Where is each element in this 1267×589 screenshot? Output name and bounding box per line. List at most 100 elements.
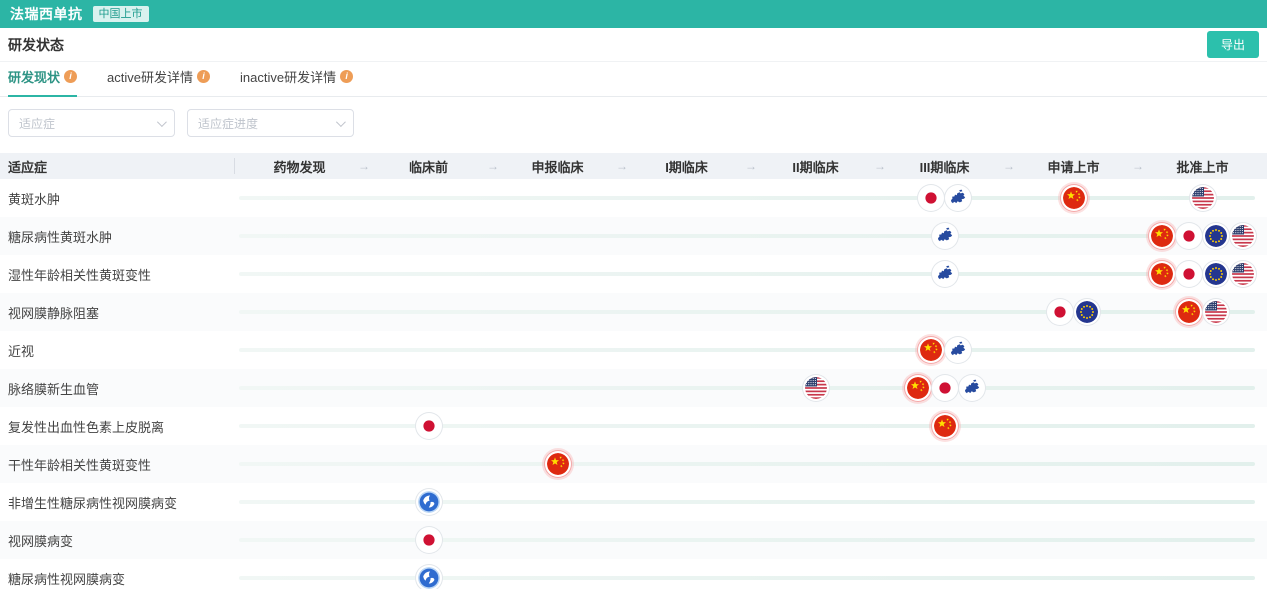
- page-title: 法瑞西单抗: [10, 6, 83, 22]
- table-row: 视网膜静脉阻塞: [0, 293, 1267, 331]
- eu-flag-icon[interactable]: [1076, 301, 1098, 323]
- table-row: 糖尿病性黄斑水肿: [0, 217, 1267, 255]
- table-row: 近视: [0, 331, 1267, 369]
- stage-cell: [493, 521, 622, 559]
- japan-flag-icon[interactable]: [920, 187, 942, 209]
- china-flag-icon[interactable]: [1178, 301, 1200, 323]
- stage-column-label: 申报临床 →: [531, 159, 628, 175]
- indication-label: 复发性出血性色素上皮脱离: [8, 419, 165, 435]
- stage-cell: [1138, 521, 1267, 559]
- stage-cell: [1138, 293, 1267, 331]
- stage-cell: [622, 179, 751, 217]
- china-flag-icon[interactable]: [920, 339, 942, 361]
- export-button[interactable]: 导出: [1206, 31, 1259, 58]
- indication-label: 糖尿病性黄斑水肿: [8, 229, 113, 245]
- europe-map-icon[interactable]: [933, 263, 956, 285]
- stage-cell: [622, 331, 751, 369]
- stage-cell: [1138, 445, 1267, 483]
- stage-cell: [1009, 179, 1138, 217]
- stage-cell: [493, 445, 622, 483]
- china-flag-icon[interactable]: [546, 453, 569, 475]
- japan-flag-icon[interactable]: [1178, 225, 1200, 247]
- globe-icon[interactable]: [417, 491, 440, 513]
- stage-cell: [751, 483, 880, 521]
- globe-icon[interactable]: [417, 567, 440, 589]
- china-flag-icon[interactable]: [933, 415, 956, 437]
- table-row: 糖尿病性视网膜病变: [0, 559, 1267, 589]
- tab-bar: 研发现状 i active研发详情 i inactive研发详情 i: [0, 62, 1267, 97]
- europe-map-icon[interactable]: [947, 187, 969, 209]
- stage-cell: [751, 521, 880, 559]
- stage-cell: [1009, 407, 1138, 445]
- indication-label: 湿性年龄相关性黄斑变性: [8, 267, 152, 283]
- info-icon[interactable]: i: [64, 70, 78, 83]
- tab-active-details[interactable]: active研发详情 i: [107, 59, 210, 96]
- progress-chart: [235, 445, 1267, 483]
- table-row: 复发性出血性色素上皮脱离: [0, 407, 1267, 445]
- europe-map-icon[interactable]: [960, 377, 983, 399]
- table-row: 黄斑水肿: [0, 179, 1267, 217]
- indication-column-header: 适应症: [0, 153, 235, 179]
- section-title: 研发状态: [8, 36, 64, 53]
- stage-cell: [880, 255, 1009, 293]
- progress-chart: [235, 255, 1267, 293]
- stage-cell: [235, 293, 364, 331]
- progress-filter-select[interactable]: 适应症进度: [187, 109, 354, 137]
- stage-cell: [364, 369, 493, 407]
- japan-flag-icon[interactable]: [933, 377, 956, 399]
- japan-flag-icon[interactable]: [1049, 301, 1071, 323]
- stage-cell: [751, 217, 880, 255]
- usa-flag-icon[interactable]: [804, 377, 827, 399]
- stage-cell: [364, 217, 493, 255]
- stage-cell: [1009, 293, 1138, 331]
- stage-header-cells: 药物发现 → 临床前 → 申报临床 → I期临床 → II期临床 → III期临床 → 申请上市 → 批准上…: [235, 153, 1267, 179]
- progress-chart: [235, 483, 1267, 521]
- rd-status-table: 适应症 药物发现 → 临床前 → 申报临床 → I期临床 → II期临床 → III期临床 → 申请上市…: [0, 153, 1267, 589]
- table-body: 黄斑水肿 糖尿病性黄斑水肿 湿性年龄相关性黄斑变性 视网膜静脉阻塞 近视 脉络膜新生血管复…: [0, 179, 1267, 589]
- indication-filter-select[interactable]: 适应症: [8, 109, 175, 137]
- indication-label: 视网膜静脉阻塞: [8, 305, 100, 321]
- app-header: 法瑞西单抗 中国上市: [0, 0, 1267, 28]
- select-placeholder: 适应症: [19, 116, 56, 131]
- eu-flag-icon[interactable]: [1205, 263, 1227, 285]
- tab-research-status[interactable]: 研发现状 i: [8, 59, 78, 97]
- stage-cell: [622, 483, 751, 521]
- tab-inactive-details[interactable]: inactive研发详情 i: [240, 59, 354, 96]
- stage-cell: [235, 179, 364, 217]
- table-row: 湿性年龄相关性黄斑变性: [0, 255, 1267, 293]
- info-icon[interactable]: i: [196, 70, 210, 83]
- stage-cell: [1138, 179, 1267, 217]
- stage-cell: [364, 445, 493, 483]
- japan-flag-icon[interactable]: [417, 529, 440, 551]
- stage-cell: [880, 483, 1009, 521]
- china-flag-icon[interactable]: [1151, 263, 1173, 285]
- stage-cell: [1009, 559, 1138, 589]
- table-row: 视网膜病变: [0, 521, 1267, 559]
- usa-flag-icon[interactable]: [1205, 301, 1227, 323]
- china-flag-icon[interactable]: [1062, 187, 1085, 209]
- stage-cell: [493, 217, 622, 255]
- table-header-row: 适应症 药物发现 → 临床前 → 申报临床 → I期临床 → II期临床 → III期临床 → 申请上市…: [0, 153, 1267, 179]
- stage-cell: [364, 293, 493, 331]
- usa-flag-icon[interactable]: [1232, 225, 1254, 247]
- info-icon[interactable]: i: [340, 70, 354, 83]
- eu-flag-icon[interactable]: [1205, 225, 1227, 247]
- china-flag-icon[interactable]: [906, 377, 929, 399]
- stage-cell: [880, 217, 1009, 255]
- stage-cell: [751, 559, 880, 589]
- stage-cell: [235, 217, 364, 255]
- europe-map-icon[interactable]: [947, 339, 969, 361]
- japan-flag-icon[interactable]: [1178, 263, 1200, 285]
- stage-cell: [493, 483, 622, 521]
- japan-flag-icon[interactable]: [417, 415, 440, 437]
- europe-map-icon[interactable]: [933, 225, 956, 247]
- stage-cell: [751, 179, 880, 217]
- usa-flag-icon[interactable]: [1232, 263, 1254, 285]
- stage-cell: [364, 331, 493, 369]
- stage-cell: [364, 255, 493, 293]
- usa-flag-icon[interactable]: [1191, 187, 1214, 209]
- stage-cell: [751, 255, 880, 293]
- china-flag-icon[interactable]: [1151, 225, 1173, 247]
- table-row: 非增生性糖尿病性视网膜病变: [0, 483, 1267, 521]
- stage-cell: [751, 445, 880, 483]
